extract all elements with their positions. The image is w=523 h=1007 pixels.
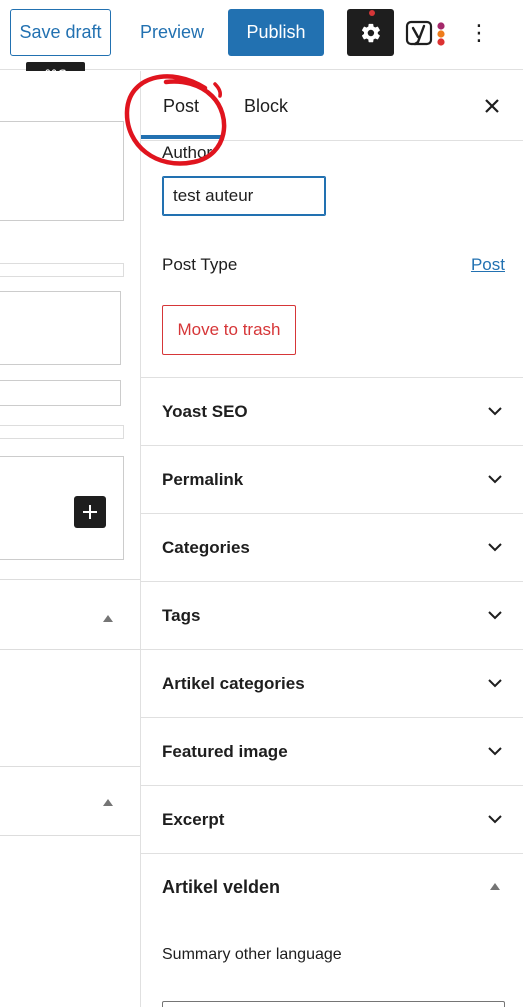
panel-categories[interactable]: Categories [141,513,523,581]
chevron-down-icon [484,672,506,694]
settings-sidebar: Post Block Author test auteur Post Type … [140,71,523,1007]
divider [0,649,140,650]
summary-other-language-field[interactable] [162,1001,505,1007]
meta-box-row [0,425,124,439]
meta-field[interactable] [0,291,121,365]
gear-icon [361,23,380,42]
meta-box-row [0,263,124,277]
divider [0,835,140,836]
panel-title: Permalink [162,469,244,489]
chevron-down-icon [484,536,506,558]
chevron-down-icon [484,468,506,490]
tab-block[interactable]: Block [229,71,303,141]
plus-icon [83,505,97,519]
close-icon [485,99,499,113]
editor-toolbar: Save draft Preview Publish ⋮ [0,0,523,70]
close-sidebar-button[interactable] [480,94,504,118]
panel-title: Tags [162,605,201,625]
divider [0,766,140,767]
save-draft-button[interactable]: Save draft [10,9,111,56]
panel-excerpt[interactable]: Excerpt [141,785,523,853]
panel-artikel-categories[interactable]: Artikel categories [141,649,523,717]
chevron-down-icon [484,604,506,626]
panel-title: Artikel categories [162,673,305,693]
panel-tags[interactable]: Tags [141,581,523,649]
settings-button[interactable] [347,9,394,56]
yoast-button[interactable] [404,12,454,54]
chevron-down-icon [484,808,506,830]
more-vertical-icon: ⋮ [468,20,490,45]
panel-title: Categories [162,537,250,557]
summary-label: Summary other language [162,946,342,963]
publish-button[interactable]: Publish [228,9,324,56]
divider [0,579,140,580]
panel-title: Artikel velden [162,877,281,897]
move-to-trash-button[interactable]: Move to trash [162,305,296,355]
panel-title: Yoast SEO [162,401,248,421]
more-options-button[interactable]: ⋮ [464,12,494,54]
editor-canvas [0,71,140,1007]
collapse-arrow-icon[interactable] [103,799,113,806]
panel-yoast-seo[interactable]: Yoast SEO [141,377,523,445]
title-block[interactable] [0,121,124,221]
meta-field[interactable] [0,380,121,406]
notification-dot [369,10,375,16]
panel-artikel-velden[interactable]: Artikel velden [141,853,523,921]
yoast-icon [405,20,445,46]
panel-permalink[interactable]: Permalink [141,445,523,513]
post-type-link[interactable]: Post [471,255,505,275]
sidebar-tabs: Post Block [141,71,523,141]
chevron-down-icon [484,400,506,422]
author-label: Author [162,143,213,162]
chevron-down-icon [484,740,506,762]
add-block-button[interactable] [74,496,106,528]
author-field[interactable]: test auteur [162,176,326,216]
panel-title: Excerpt [162,809,225,829]
chevron-up-icon [484,876,506,898]
post-type-label: Post Type [162,255,238,274]
panel-featured-image[interactable]: Featured image [141,717,523,785]
collapse-arrow-icon[interactable] [103,615,113,622]
tab-post[interactable]: Post [141,71,221,141]
panel-title: Featured image [162,741,288,761]
preview-button[interactable]: Preview [130,9,214,56]
